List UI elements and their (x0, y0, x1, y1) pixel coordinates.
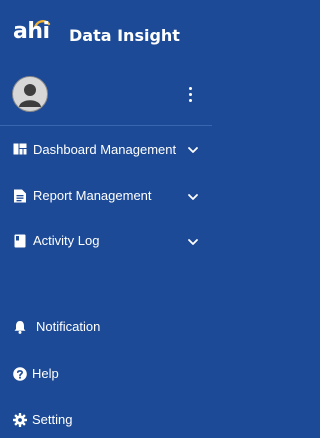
nav-item-activity-log[interactable]: Activity Log (0, 224, 212, 258)
dashboard-icon (13, 143, 27, 155)
ahi-logo: ahi (13, 19, 61, 48)
chevron-down-icon[interactable] (187, 238, 199, 246)
bell-icon (14, 321, 26, 334)
nav-label-activity-log: Activity Log (33, 233, 100, 248)
nav-item-notification[interactable]: Notification (0, 312, 212, 342)
nav-label-setting: Setting (32, 412, 73, 427)
user-row (0, 74, 212, 116)
nav-item-help[interactable]: Help (0, 359, 212, 389)
book-icon (14, 234, 26, 248)
nav-label-report-management: Report Management (33, 188, 152, 203)
person-icon (19, 84, 41, 107)
more-vertical-icon[interactable] (183, 86, 199, 104)
nav-label-help: Help (32, 366, 59, 381)
help-icon (13, 367, 27, 381)
user-avatar-icon[interactable] (12, 76, 48, 112)
app-title: Data Insight (69, 25, 180, 45)
chevron-down-icon[interactable] (187, 146, 199, 154)
logo-text: ahi (13, 19, 50, 44)
nav-item-report-management[interactable]: Report Management (0, 179, 212, 213)
nav-label-dashboard-management: Dashboard Management (33, 142, 177, 157)
chevron-down-icon[interactable] (187, 193, 199, 201)
gear-icon (13, 413, 27, 427)
report-icon (14, 189, 26, 203)
nav-item-dashboard-management[interactable]: Dashboard Management (0, 133, 212, 167)
nav-label-notification: Notification (36, 319, 101, 334)
nav-item-setting[interactable]: Setting (0, 405, 212, 435)
brand-header: ahi Data Insight (13, 19, 203, 48)
divider (0, 125, 212, 126)
